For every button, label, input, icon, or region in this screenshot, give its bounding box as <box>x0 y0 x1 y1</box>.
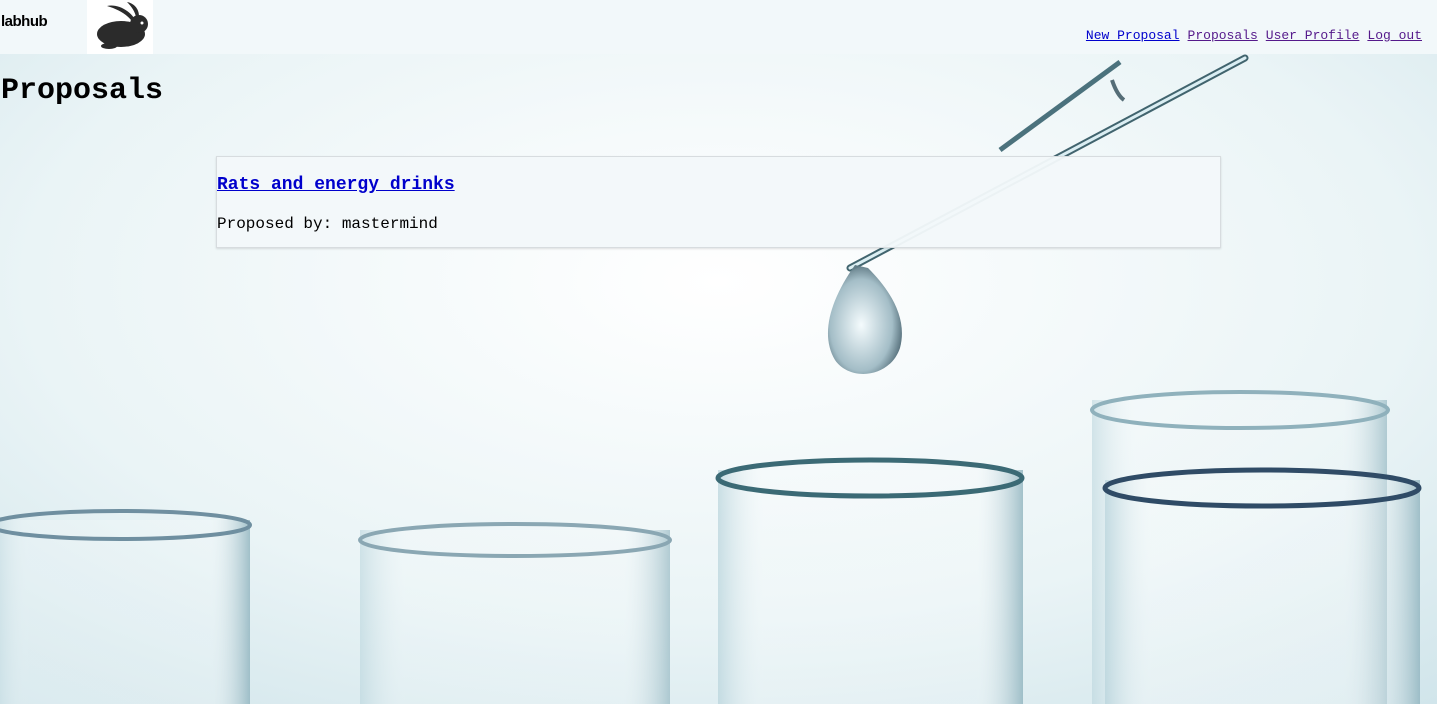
nav-links: New Proposal Proposals User Profile Log … <box>1086 28 1422 43</box>
lab-background-image <box>0 0 1437 704</box>
page-title: Proposals <box>1 74 164 108</box>
proposal-card: Rats and energy drinks Proposed by: mast… <box>216 156 1221 248</box>
nav-link-log-out[interactable]: Log out <box>1367 28 1422 43</box>
nav-link-proposals[interactable]: Proposals <box>1188 28 1258 43</box>
navbar: labhub New Proposal Proposals User Profi… <box>0 0 1437 54</box>
nav-link-user-profile[interactable]: User Profile <box>1266 28 1360 43</box>
proposal-author: mastermind <box>341 215 438 233</box>
proposed-by-label: Proposed by: <box>217 215 333 233</box>
nav-link-new-proposal[interactable]: New Proposal <box>1086 28 1180 43</box>
brand-name[interactable]: labhub <box>1 13 48 30</box>
rabbit-logo-icon[interactable] <box>87 0 153 54</box>
proposal-meta: Proposed by: mastermind <box>217 215 438 233</box>
proposal-title-link[interactable]: Rats and energy drinks <box>217 175 455 195</box>
